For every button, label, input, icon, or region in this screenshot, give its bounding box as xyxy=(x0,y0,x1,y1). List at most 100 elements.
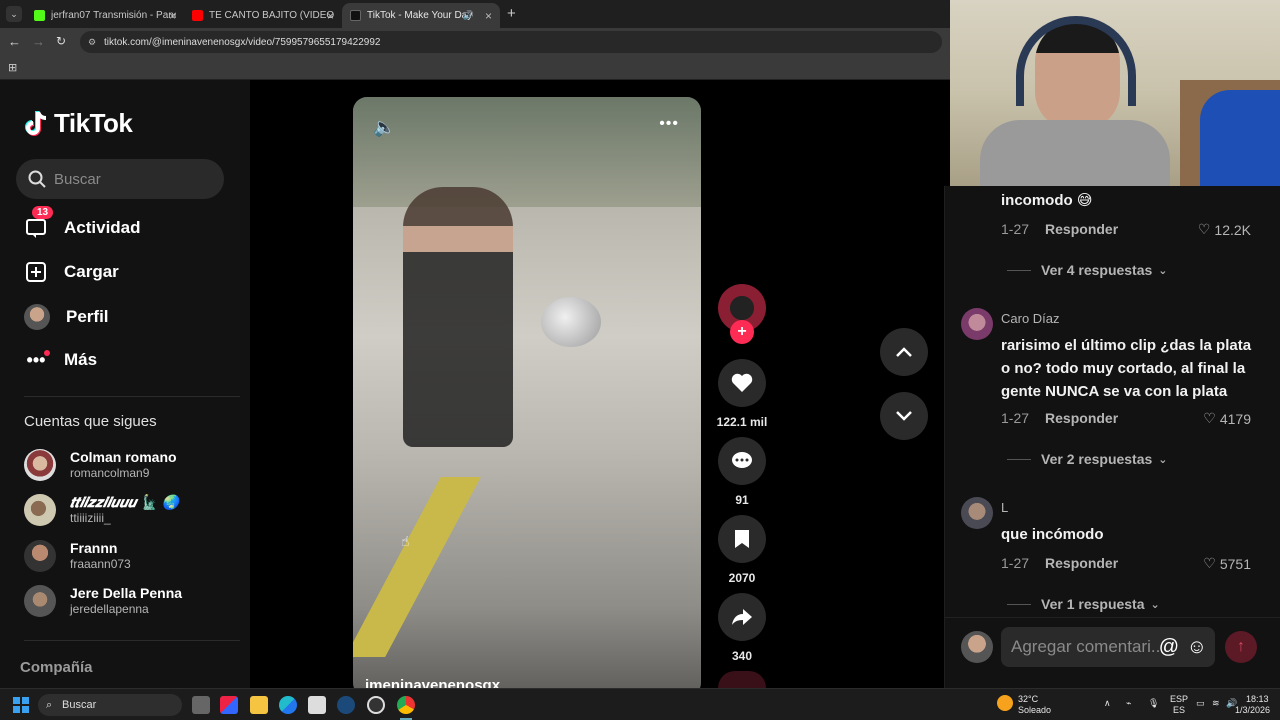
tab-youtube[interactable]: TE CANTO BAJITO (VIDEO OFIC × xyxy=(184,3,342,28)
new-tab-button[interactable]: + xyxy=(507,5,516,22)
store-icon[interactable] xyxy=(308,696,326,714)
comment-username[interactable]: Caro Díaz xyxy=(1001,311,1060,326)
language-2[interactable]: ES xyxy=(1173,705,1185,716)
save-action[interactable]: 2070 xyxy=(708,515,776,585)
youtube-icon xyxy=(192,10,203,21)
close-icon[interactable]: × xyxy=(485,9,492,23)
network-icon[interactable]: ⌁ xyxy=(1126,698,1131,709)
search-input[interactable]: Buscar xyxy=(16,159,224,199)
obs-icon[interactable] xyxy=(367,696,385,714)
back-icon[interactable]: ← xyxy=(8,34,21,49)
comment-like[interactable]: ♡ 5751 xyxy=(1203,555,1251,572)
edge-icon[interactable] xyxy=(279,696,297,714)
chevron-down-icon: ⌄ xyxy=(1150,598,1160,611)
view-replies-button[interactable]: Ver 2 respuestas ⌄ xyxy=(1007,451,1168,467)
wifi-icon[interactable]: ≋ xyxy=(1212,698,1220,709)
tab-list-dropdown[interactable]: ⌄ xyxy=(6,6,22,22)
music-disc[interactable] xyxy=(718,671,766,688)
reply-button[interactable]: Responder xyxy=(1045,555,1118,572)
windows-start-icon[interactable] xyxy=(13,697,29,713)
following-account[interactable]: 𝒕𝒕𝒊𝒊𝒛𝒛𝒊𝒊𝒖𝒖𝒖 🗽 🌏 ttiiiiziiii_ xyxy=(24,494,224,528)
share-icon[interactable] xyxy=(718,593,766,641)
reply-button[interactable]: Responder xyxy=(1045,410,1118,427)
avatar[interactable] xyxy=(961,308,993,340)
following-account[interactable]: Colman romano romancolman9 xyxy=(24,449,224,483)
apps-grid-icon[interactable]: ⊞ xyxy=(8,61,17,74)
following-account[interactable]: Jere Della Penna jeredellapenna xyxy=(24,585,234,619)
tray-chevron-icon[interactable]: ∧ xyxy=(1104,698,1111,709)
avatar xyxy=(24,304,50,330)
weather-desc[interactable]: Soleado xyxy=(1018,705,1051,716)
nav-mas[interactable]: ••• Más xyxy=(24,348,98,372)
url-bar[interactable]: ⚙ tiktok.com/@imeninavenenosgx/video/759… xyxy=(80,31,942,53)
site-info-icon[interactable]: ⚙ xyxy=(88,37,96,48)
tab-kick[interactable]: jerfran07 Transmisión - Panel d × xyxy=(26,3,184,28)
nav-actividad[interactable]: 13 Actividad xyxy=(24,206,141,240)
chevron-down-icon: ⌄ xyxy=(1158,264,1168,277)
windows-taskbar: ⌕ Buscar 32°C Soleado ∧ ⌁ 🎙 ESP ES ▭ ≋ 🔊… xyxy=(0,688,1280,720)
divider xyxy=(24,396,240,397)
divider xyxy=(945,617,1280,618)
avatar xyxy=(24,585,56,617)
steam-icon[interactable] xyxy=(337,696,355,714)
video-scene-tactile-strip xyxy=(353,477,481,657)
comment-like[interactable]: ♡ 4179 xyxy=(1203,410,1251,427)
company-link[interactable]: Compañía xyxy=(20,659,93,676)
inbox-icon: 13 xyxy=(24,206,54,240)
comment-username[interactable]: L xyxy=(1001,500,1008,515)
task-view-icon[interactable] xyxy=(192,696,210,714)
tiktok-logo[interactable]: TikTok xyxy=(24,108,133,139)
post-comment-button[interactable]: ↑ xyxy=(1225,631,1257,663)
clock-date[interactable]: 1/3/2026 xyxy=(1235,705,1270,716)
mention-icon[interactable]: @ xyxy=(1159,636,1179,659)
heart-icon[interactable] xyxy=(718,359,766,407)
taskbar-search[interactable]: ⌕ Buscar xyxy=(38,694,182,716)
microphone-icon[interactable]: 🎙 xyxy=(1148,698,1159,709)
chrome-icon[interactable] xyxy=(397,696,415,714)
comment-icon[interactable] xyxy=(718,437,766,485)
previous-video-button[interactable] xyxy=(880,328,928,376)
following-account[interactable]: Frannn fraaann073 xyxy=(24,540,224,574)
next-video-button[interactable] xyxy=(880,392,928,440)
comment-like[interactable]: ♡ 12.2K xyxy=(1198,221,1251,238)
like-action[interactable]: 122.1 mil xyxy=(708,359,776,429)
tiktok-logo-icon xyxy=(25,110,47,136)
search-icon: ⌕ xyxy=(46,698,53,711)
avatar xyxy=(24,540,56,572)
nav-cargar[interactable]: Cargar xyxy=(24,260,119,284)
follow-plus-button[interactable]: + xyxy=(730,320,754,344)
view-replies-button[interactable]: Ver 1 respuesta ⌄ xyxy=(1007,596,1160,612)
bookmark-icon[interactable] xyxy=(718,515,766,563)
forward-icon[interactable]: → xyxy=(32,34,45,49)
tab-tiktok[interactable]: TikTok - Make Your Day 🔊 × xyxy=(342,3,500,28)
close-icon[interactable]: × xyxy=(169,9,176,23)
kick-icon xyxy=(34,10,45,21)
volume-icon[interactable]: 🔈 xyxy=(373,117,395,138)
webcam-jersey xyxy=(1200,90,1280,186)
weather-temp[interactable]: 32°C xyxy=(1018,694,1038,705)
following-title: Cuentas que sigues xyxy=(24,413,157,430)
comment-action[interactable]: 91 xyxy=(708,437,776,507)
share-action[interactable]: 340 xyxy=(708,593,776,663)
widgets-icon[interactable] xyxy=(220,696,238,714)
like-count: 122.1 mil xyxy=(716,415,768,429)
reload-icon[interactable]: ↻ xyxy=(56,34,66,48)
display-icon[interactable]: ▭ xyxy=(1196,698,1205,709)
comment-input[interactable]: Agregar comentari... @ ☺ xyxy=(1001,627,1215,667)
reply-button[interactable]: Responder xyxy=(1045,221,1118,238)
avatar xyxy=(24,494,56,526)
search-icon xyxy=(28,170,46,188)
speaker-icon[interactable]: 🔊 xyxy=(463,10,474,21)
emoji-icon[interactable]: ☺ xyxy=(1187,636,1207,659)
file-explorer-icon[interactable] xyxy=(250,696,268,714)
avatar[interactable] xyxy=(961,497,993,529)
more-icon: ••• xyxy=(24,348,50,372)
more-options-icon[interactable]: ••• xyxy=(659,115,679,133)
clock-time[interactable]: 18:13 xyxy=(1246,694,1269,705)
view-replies-button[interactable]: Ver 4 respuestas ⌄ xyxy=(1007,262,1168,278)
language-1[interactable]: ESP xyxy=(1170,694,1188,705)
video-player[interactable]: 🔈 ••• imeninavenenosgx xyxy=(353,97,701,697)
nav-perfil[interactable]: Perfil xyxy=(24,304,109,330)
comment-text: incomodo 😅 xyxy=(1001,192,1093,209)
close-icon[interactable]: × xyxy=(327,9,334,23)
